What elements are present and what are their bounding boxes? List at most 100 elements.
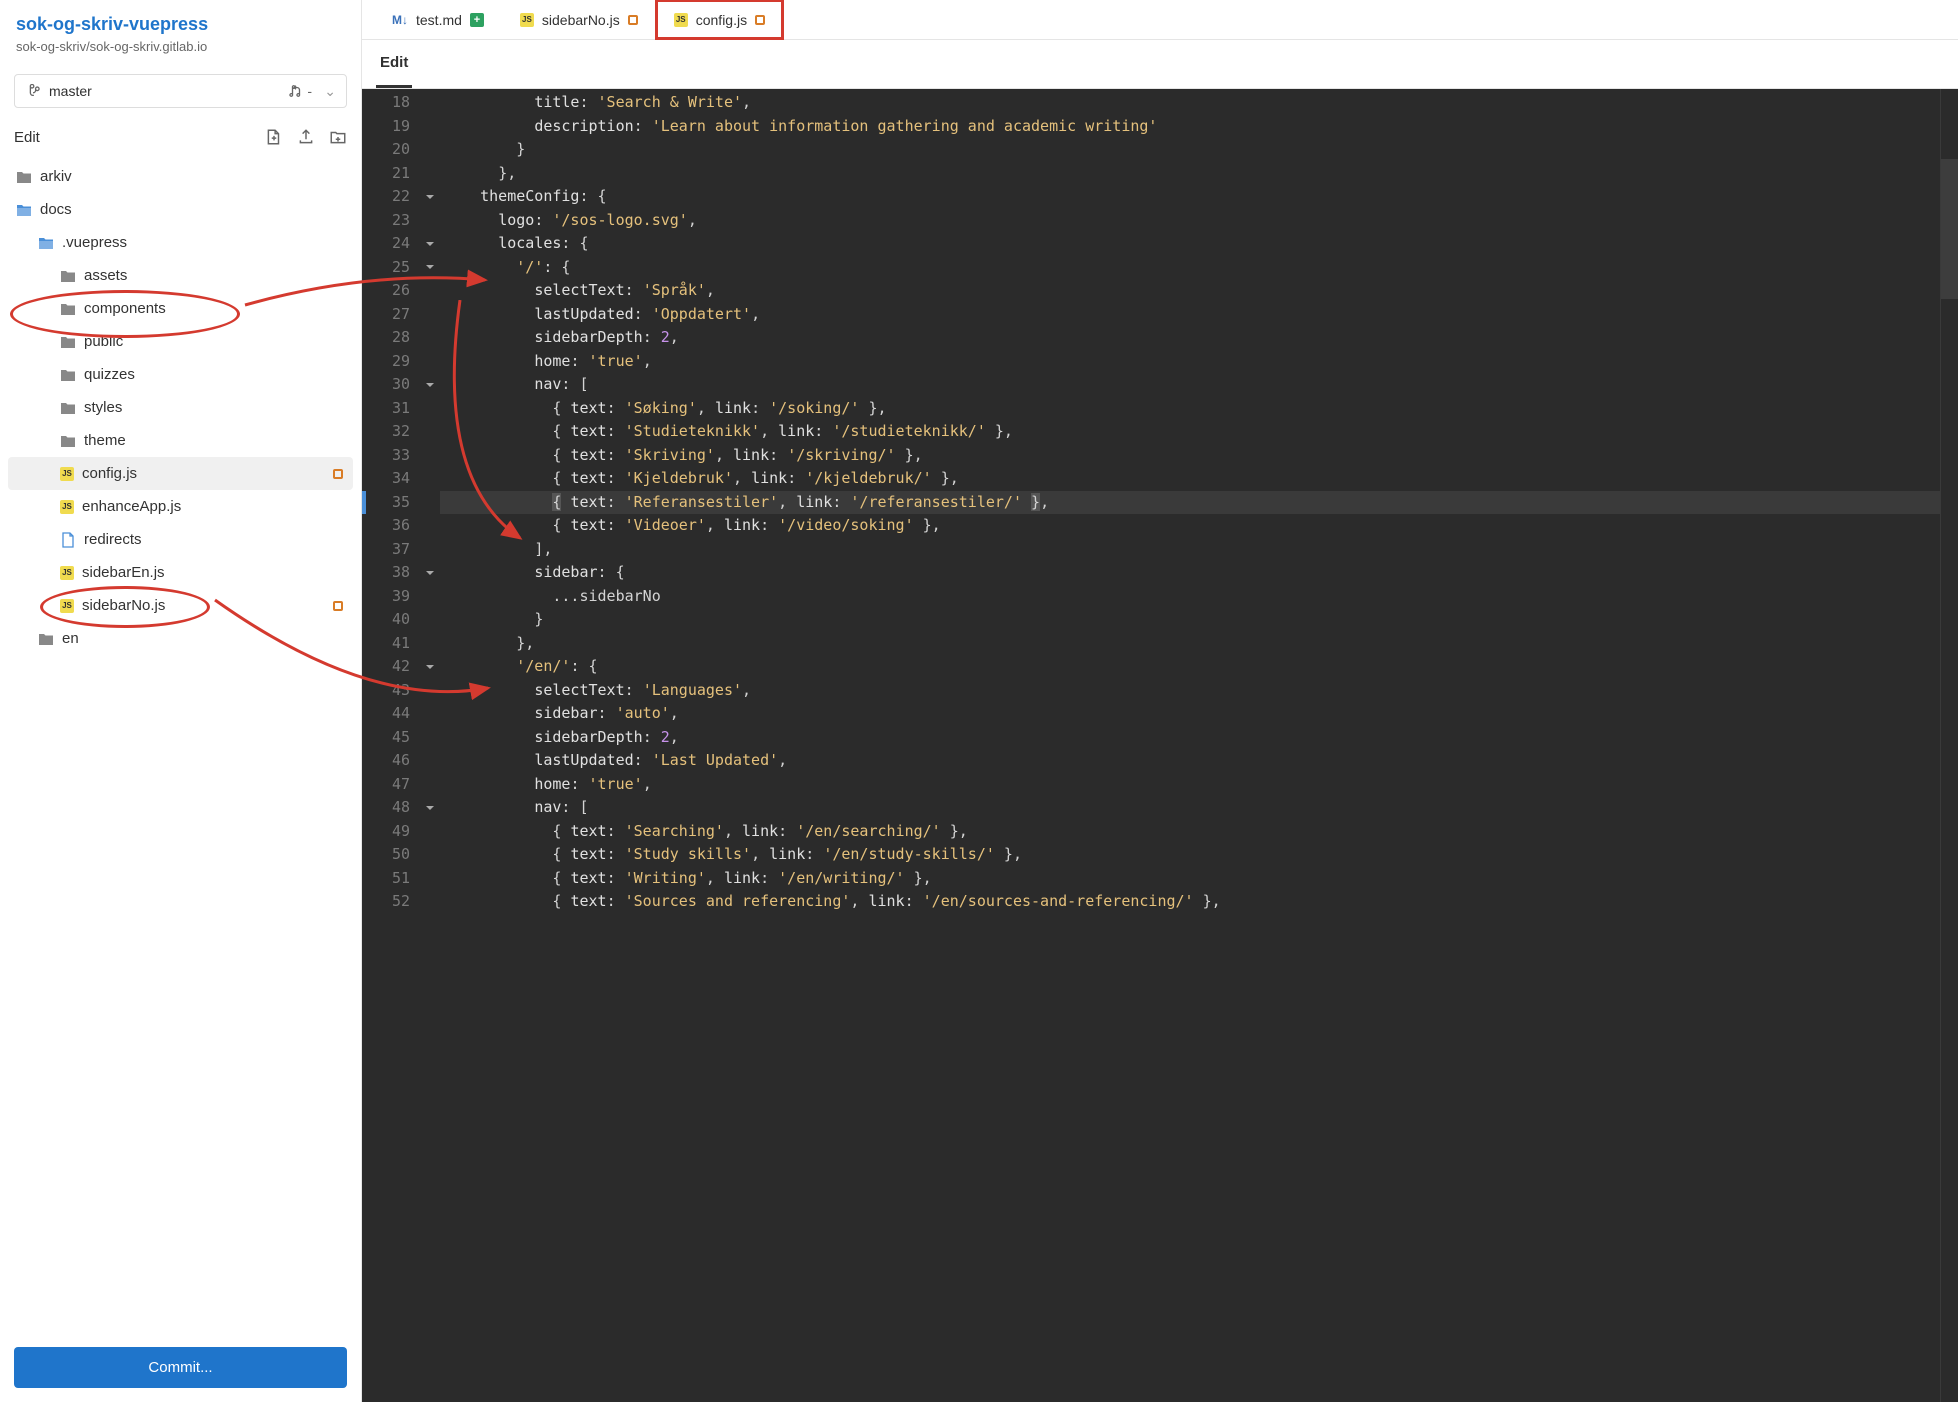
tree-item-config-js[interactable]: JSconfig.js xyxy=(8,457,353,490)
fold-toggle xyxy=(420,890,440,914)
minimap-thumb[interactable] xyxy=(1941,159,1958,299)
tree-item-theme[interactable]: theme xyxy=(8,424,353,457)
fold-toggle xyxy=(420,514,440,538)
tree-item-sidebarEn-js[interactable]: JSsidebarEn.js xyxy=(8,556,353,589)
project-header: sok-og-skriv-vuepress sok-og-skriv/sok-o… xyxy=(0,0,361,64)
tree-item-arkiv[interactable]: arkiv xyxy=(8,160,353,193)
tree-item-public[interactable]: public xyxy=(8,325,353,358)
tree-item-label: docs xyxy=(40,201,72,218)
chevron-down-icon: ⌄ xyxy=(324,83,336,100)
tree-item-redirects[interactable]: redirects xyxy=(8,523,353,556)
fold-column[interactable] xyxy=(420,89,440,1402)
tree-item-label: styles xyxy=(84,399,122,416)
new-file-icon[interactable] xyxy=(265,128,283,146)
branch-name: master xyxy=(49,83,92,99)
fold-toggle xyxy=(420,444,440,468)
project-title[interactable]: sok-og-skriv-vuepress xyxy=(16,14,345,35)
commit-button[interactable]: Commit... xyxy=(14,1347,347,1388)
fold-toggle xyxy=(420,303,440,327)
tree-item-label: en xyxy=(62,630,79,647)
fold-toggle xyxy=(420,679,440,703)
tree-item-assets[interactable]: assets xyxy=(8,259,353,292)
tree-item-sidebarNo-js[interactable]: JSsidebarNo.js xyxy=(8,589,353,622)
fold-toggle xyxy=(420,467,440,491)
tree-item--vuepress[interactable]: .vuepress xyxy=(8,226,353,259)
tab-test-md[interactable]: M↓ test.md + xyxy=(374,0,502,39)
sidebar-mode-label: Edit xyxy=(14,129,40,146)
project-path: sok-og-skriv/sok-og-skriv.gitlab.io xyxy=(16,39,345,54)
tree-item-label: assets xyxy=(84,267,127,284)
code-editor[interactable]: 1819202122232425262728293031323334353637… xyxy=(362,89,1958,1402)
fold-toggle xyxy=(420,585,440,609)
fold-toggle[interactable] xyxy=(420,373,440,397)
fold-toggle xyxy=(420,397,440,421)
fold-toggle xyxy=(420,162,440,186)
fold-toggle[interactable] xyxy=(420,185,440,209)
fold-toggle xyxy=(420,420,440,444)
tree-item-enhanceApp-js[interactable]: JSenhanceApp.js xyxy=(8,490,353,523)
tab-sidebarNo-js[interactable]: JSsidebarNo.js xyxy=(502,0,656,39)
fold-toggle xyxy=(420,632,440,656)
tree-item-label: public xyxy=(84,333,123,350)
fold-toggle xyxy=(420,726,440,750)
tree-item-styles[interactable]: styles xyxy=(8,391,353,424)
fold-toggle[interactable] xyxy=(420,256,440,280)
editor-mode-tab[interactable]: Edit xyxy=(376,40,412,88)
fold-toggle xyxy=(420,538,440,562)
tree-item-label: quizzes xyxy=(84,366,135,383)
tree-item-label: .vuepress xyxy=(62,234,127,251)
tab-label: test.md xyxy=(416,12,462,28)
modified-indicator-icon xyxy=(755,15,765,25)
branch-selector[interactable]: master - ⌄ xyxy=(14,74,347,108)
tab-config-js[interactable]: JSconfig.js xyxy=(656,0,783,39)
merge-count: - xyxy=(307,83,312,99)
fold-toggle[interactable] xyxy=(420,796,440,820)
tree-item-docs[interactable]: docs xyxy=(8,193,353,226)
fold-toggle xyxy=(420,326,440,350)
minimap[interactable] xyxy=(1940,89,1958,1402)
fold-toggle xyxy=(420,350,440,374)
tree-item-label: components xyxy=(84,300,166,317)
added-badge-icon: + xyxy=(470,13,484,27)
upload-icon[interactable] xyxy=(297,128,315,146)
fold-toggle[interactable] xyxy=(420,561,440,585)
fold-toggle xyxy=(420,115,440,139)
fold-toggle xyxy=(420,608,440,632)
tree-item-label: theme xyxy=(84,432,126,449)
tree-item-en[interactable]: en xyxy=(8,622,353,655)
tab-label: sidebarNo.js xyxy=(542,12,620,28)
branch-icon xyxy=(25,84,41,98)
fold-toggle xyxy=(420,843,440,867)
markdown-icon: M↓ xyxy=(392,13,408,27)
modified-indicator-icon xyxy=(628,15,638,25)
fold-toggle xyxy=(420,867,440,891)
tab-label: config.js xyxy=(696,12,747,28)
tree-item-label: sidebarNo.js xyxy=(82,597,165,614)
line-gutter: 1819202122232425262728293031323334353637… xyxy=(362,89,420,1402)
file-tree[interactable]: arkiv docs .vuepress assets components public… xyxy=(0,156,361,1333)
fold-toggle xyxy=(420,279,440,303)
fold-toggle xyxy=(420,209,440,233)
tree-item-components[interactable]: components xyxy=(8,292,353,325)
tree-item-quizzes[interactable]: quizzes xyxy=(8,358,353,391)
tree-item-label: enhanceApp.js xyxy=(82,498,181,515)
fold-toggle[interactable] xyxy=(420,232,440,256)
fold-toggle xyxy=(420,138,440,162)
fold-toggle xyxy=(420,820,440,844)
modified-indicator-icon xyxy=(333,601,343,611)
editor-pane: M↓ test.md + JSsidebarNo.jsJSconfig.js Edit… xyxy=(362,0,1958,1402)
fold-toggle xyxy=(420,749,440,773)
fold-toggle[interactable] xyxy=(420,655,440,679)
fold-toggle xyxy=(420,773,440,797)
code-content[interactable]: title: 'Search & Write', description: 'L… xyxy=(440,89,1940,1402)
tree-item-label: config.js xyxy=(82,465,137,482)
fold-toggle xyxy=(420,702,440,726)
sidebar: sok-og-skriv-vuepress sok-og-skriv/sok-o… xyxy=(0,0,362,1402)
tree-item-label: sidebarEn.js xyxy=(82,564,165,581)
fold-toggle xyxy=(420,91,440,115)
merge-request-icon xyxy=(289,84,303,98)
modified-indicator-icon xyxy=(333,469,343,479)
tree-item-label: redirects xyxy=(84,531,142,548)
tree-item-label: arkiv xyxy=(40,168,72,185)
new-folder-icon[interactable] xyxy=(329,128,347,146)
